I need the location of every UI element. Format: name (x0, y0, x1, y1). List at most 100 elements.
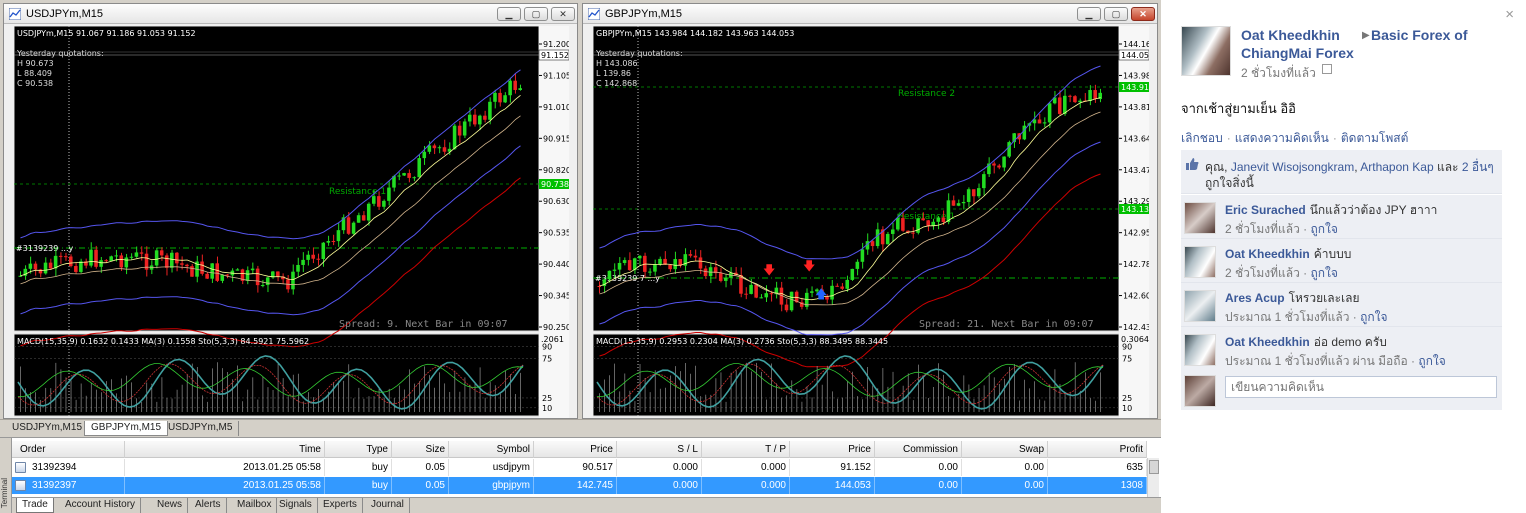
column-header[interactable]: Order (12, 441, 125, 458)
comment-text: นึกแล้วว่าต้อง JPY ฮาาา (1309, 203, 1438, 217)
tab-experts[interactable]: Experts (318, 498, 363, 513)
close-icon[interactable]: × (1505, 6, 1514, 23)
comment-like-link[interactable]: ถูกใจ (1418, 354, 1445, 368)
scrollbar-thumb[interactable] (1149, 460, 1159, 474)
audience-icon[interactable] (1322, 64, 1332, 74)
avatar[interactable] (1184, 202, 1216, 234)
tab-gbpjpy-m15[interactable]: GBPJPYm,M15 (84, 421, 169, 436)
comment-like-link[interactable]: ถูกใจ (1311, 222, 1338, 236)
close-button[interactable]: ✕ (1131, 7, 1155, 21)
page-name[interactable]: Basic Forex of (1371, 27, 1467, 43)
table-row[interactable]: 31392394 2013.01.25 05:58 buy 0.05 usdjpym 90… (12, 459, 1147, 476)
comment-author[interactable]: Ares Acup โหรวยเละเลย (1225, 289, 1360, 308)
candle-body (53, 255, 58, 269)
candle-body (961, 201, 966, 204)
candle-body (159, 250, 164, 256)
candle-body (205, 273, 209, 279)
avatar[interactable] (1184, 334, 1216, 366)
table-row[interactable]: 31392397 2013.01.25 05:58 buy 0.05 gbpjpym 14… (12, 477, 1147, 494)
thumbs-up-icon (1186, 158, 1199, 170)
column-header[interactable]: Price (534, 441, 617, 458)
tab-alerts[interactable]: Alerts (190, 498, 227, 513)
likes-joiner: และ (1436, 160, 1459, 174)
column-header[interactable]: Size (392, 441, 449, 458)
comment-author[interactable]: Eric Surached นึกแล้วว่าต้อง JPY ฮาาา (1225, 201, 1437, 220)
minimize-button[interactable]: ▁ (1077, 7, 1101, 21)
level-label: 75 (542, 355, 552, 364)
price-chart-gbpjpy[interactable]: 144.160143.985143.815143.640143.470143.2… (593, 26, 1149, 418)
likes-others-link[interactable]: 2 อื่นๆ (1462, 160, 1494, 174)
comment-time[interactable]: ประมาณ 1 ชั่วโมงที่แล้ว ผ่าน มือถือ (1225, 354, 1408, 368)
candle-body (658, 258, 662, 265)
candle-body (890, 229, 895, 234)
column-header[interactable]: T / P (702, 441, 790, 458)
comment-like-link[interactable]: ถูกใจ (1311, 266, 1338, 280)
table-cell: 0.00 (875, 477, 962, 494)
terminal-sidebar[interactable]: Terminal (0, 438, 12, 513)
avatar[interactable] (1184, 246, 1216, 278)
comment-time[interactable]: 2 ชั่วโมงที่แล้ว (1225, 266, 1300, 280)
level-label: 25 (542, 394, 552, 403)
post-time[interactable]: 2 ชั่วโมงที่แล้ว (1241, 64, 1316, 83)
chart-window-titlebar[interactable]: USDJPYm,M15 ▁ ▢ ✕ (4, 4, 577, 24)
post-author[interactable]: Oat Kheedkhin (1241, 27, 1340, 43)
candle-body (612, 269, 617, 271)
candle-body (225, 274, 230, 276)
candle-body (875, 229, 880, 247)
tab-account-history[interactable]: Account History (60, 498, 142, 513)
separator: · (1407, 354, 1419, 368)
chart-window-usdjpy[interactable]: USDJPYm,M15 ▁ ▢ ✕ 91.200 91.105 91.010 90.9… (3, 3, 578, 419)
column-header[interactable]: Commission (875, 441, 962, 458)
comment-text: ค้าบบบ (1313, 247, 1352, 261)
avatar[interactable] (1181, 26, 1231, 76)
table-cell: 0.05 (392, 459, 449, 476)
unlike-link[interactable]: เลิกชอบ (1181, 131, 1223, 145)
chart-window-titlebar[interactable]: GBPJPYm,M15 ▁ ▢ ✕ (583, 4, 1157, 24)
column-header[interactable]: S / L (617, 441, 702, 458)
price-label: 90.820 (543, 166, 569, 175)
tab-usdjpy-m5[interactable]: USDJPYm,M5 (162, 421, 240, 436)
candle-body (488, 101, 492, 120)
comment-link[interactable]: แสดงความคิดเห็น (1235, 131, 1329, 145)
column-header[interactable]: Symbol (449, 441, 534, 458)
candle-body (306, 254, 310, 260)
liker-name[interactable]: Janevit Wisojsongkram (1231, 160, 1354, 174)
comment-like-link[interactable]: ถูกใจ (1360, 310, 1387, 324)
resistance-1-label: Resistance 1 (329, 187, 386, 197)
tab-trade[interactable]: Trade (16, 498, 54, 513)
tab-journal[interactable]: Journal (366, 498, 410, 513)
chart-window-gbpjpy[interactable]: GBPJPYm,M15 ▁ ▢ ✕ 144.160 143.985 143.815 1… (582, 3, 1158, 419)
close-button[interactable]: ✕ (551, 7, 575, 21)
column-header[interactable]: Type (325, 441, 392, 458)
page-name-line2[interactable]: ChiangMai Forex (1241, 45, 1354, 61)
candle-body (321, 242, 326, 259)
maximize-button[interactable]: ▢ (1104, 7, 1128, 21)
candle-body (250, 268, 255, 271)
comment-time[interactable]: ประมาณ 1 ชั่วโมงที่แล้ว (1225, 310, 1349, 324)
comment-author[interactable]: Oat Kheedkhin อ่อ demo ครับ (1225, 333, 1387, 352)
maximize-button[interactable]: ▢ (524, 7, 548, 21)
tab-usdjpy-m15[interactable]: USDJPYm,M15 (6, 421, 90, 436)
liker-name[interactable]: Arthapon Kap (1360, 160, 1433, 174)
comment-author[interactable]: Oat Kheedkhin ค้าบบบ (1225, 245, 1351, 264)
tab-news[interactable]: News (152, 498, 189, 513)
column-header[interactable]: Profit (1048, 441, 1147, 458)
follow-post-link[interactable]: ติดตามโพสต์ (1341, 131, 1409, 145)
minimize-button[interactable]: ▁ (497, 7, 521, 21)
column-header[interactable]: Price (790, 441, 875, 458)
tab-mailbox[interactable]: Mailbox (232, 498, 278, 513)
tab-signals[interactable]: Signals (274, 498, 318, 513)
candle-body (855, 261, 860, 269)
candle-body (966, 189, 971, 202)
price-label: 142.605 (1123, 292, 1149, 301)
column-header[interactable]: Swap (962, 441, 1048, 458)
candle-body (478, 115, 482, 125)
price-chart-usdjpy[interactable]: 91.200 91.105 91.010 90.915 90.820 90.630 90.5… (14, 26, 569, 418)
macd-scale-label: .2061 (541, 335, 564, 344)
avatar[interactable] (1184, 290, 1216, 322)
candle-body (921, 218, 925, 221)
comment-time[interactable]: 2 ชั่วโมงที่แล้ว (1225, 222, 1300, 236)
comment-input[interactable] (1225, 376, 1497, 398)
column-header[interactable]: Time (125, 441, 325, 458)
yesterday-low: L 88.409 (17, 69, 52, 78)
